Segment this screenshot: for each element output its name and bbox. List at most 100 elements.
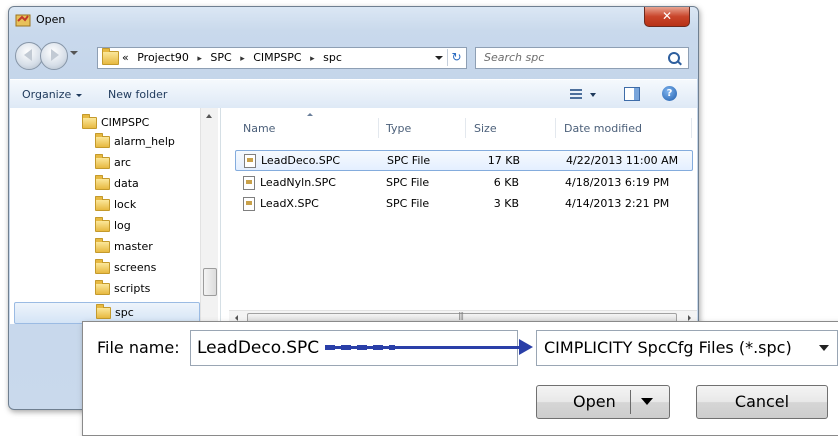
back-arrow-icon (24, 49, 32, 61)
breadcrumb-overflow[interactable]: « (122, 51, 129, 64)
forward-arrow-icon (51, 49, 59, 61)
cancel-button[interactable]: Cancel (696, 385, 828, 419)
address-bar[interactable]: « Project90 ▸ SPC ▸ CIMPSPC ▸ spc ↻ (97, 47, 467, 69)
file-type: SPC File (386, 176, 430, 189)
sort-ascending-icon (307, 113, 313, 116)
chevron-down-icon (76, 93, 83, 97)
close-icon: ✕ (661, 9, 673, 23)
forward-button[interactable] (40, 42, 68, 70)
tree-item-label: screens (114, 261, 157, 274)
folder-icon (95, 280, 110, 295)
column-header-type[interactable]: Type (386, 122, 411, 135)
breadcrumb-separator-icon[interactable]: ▸ (310, 54, 315, 64)
spc-file-icon (244, 154, 256, 168)
file-row[interactable]: LeadDeco.SPC SPC File 17 KB 4/22/2013 11… (235, 150, 693, 171)
tree-item-label: master (114, 240, 153, 253)
column-divider[interactable] (378, 118, 379, 138)
open-button-label: Open (573, 392, 616, 411)
file-type: SPC File (386, 197, 430, 210)
column-header-size[interactable]: Size (474, 122, 497, 135)
views-icon[interactable] (570, 89, 582, 99)
folder-icon (95, 154, 110, 169)
folder-icon (96, 304, 111, 319)
folder-icon (95, 259, 110, 274)
breadcrumb-spc[interactable]: spc (323, 51, 342, 64)
file-name: LeadNyln.SPC (260, 176, 336, 189)
folder-icon (95, 175, 110, 190)
file-date: 4/14/2013 2:21 PM (565, 197, 670, 210)
column-divider[interactable] (555, 118, 556, 138)
refresh-button[interactable]: ↻ (447, 49, 465, 66)
file-date: 4/18/2013 6:19 PM (565, 176, 670, 189)
search-input[interactable]: Search spc (475, 47, 689, 69)
column-header-date-modified[interactable]: Date modified (564, 122, 642, 135)
chevron-down-icon (819, 345, 829, 351)
folder-icon (95, 196, 110, 211)
folder-icon (95, 238, 110, 253)
file-type: SPC File (387, 154, 431, 167)
file-name: LeadX.SPC (260, 197, 319, 210)
recent-locations-dropdown[interactable] (70, 51, 78, 55)
file-name: LeadDeco.SPC (261, 154, 341, 167)
file-size: 17 KB (487, 154, 520, 167)
zoomed-footer-callout: File name: LeadDeco.SPC CIMPLICITY SpcCf… (82, 321, 838, 436)
open-options-dropdown-icon[interactable] (641, 398, 653, 405)
spc-file-icon (243, 176, 255, 190)
file-date: 4/22/2013 11:00 AM (566, 154, 679, 167)
refresh-icon: ↻ (451, 50, 462, 64)
column-divider[interactable] (691, 118, 692, 138)
file-type-value: CIMPLICITY SpcCfg Files (*.spc) (544, 338, 792, 357)
tree-item-label: scripts (114, 282, 151, 295)
arrow-right-icon (519, 339, 533, 355)
new-folder-button[interactable]: New folder (108, 88, 167, 101)
views-dropdown-icon[interactable] (590, 93, 596, 97)
file-row[interactable]: LeadX.SPC SPC File 3 KB 4/14/2013 2:21 P… (235, 194, 691, 213)
file-list: Name Type Size Date modified LeadDeco.SP… (221, 108, 697, 325)
back-button[interactable] (15, 42, 43, 70)
grip-icon: ||| (458, 311, 464, 320)
organize-button[interactable]: Organize (22, 88, 83, 101)
title-bar: Open ✕ (9, 7, 698, 33)
window-title: Open (36, 13, 66, 26)
column-header-name[interactable]: Name (243, 122, 275, 135)
help-icon[interactable]: ? (662, 86, 677, 101)
breadcrumb-project90[interactable]: Project90 (137, 51, 189, 64)
file-type-select[interactable]: CIMPLICITY SpcCfg Files (*.spc) (536, 330, 838, 366)
breadcrumb-separator-icon[interactable]: ▸ (240, 54, 245, 64)
address-dropdown-icon[interactable] (435, 56, 443, 60)
tree-item-label: CIMPSPC (101, 116, 150, 129)
split-divider (630, 390, 631, 414)
navigation-scrollbar[interactable] (200, 108, 218, 324)
close-button[interactable]: ✕ (644, 7, 690, 27)
open-button[interactable]: Open (536, 385, 670, 419)
preview-pane-icon[interactable] (624, 87, 640, 101)
file-size: 6 KB (493, 176, 519, 189)
folder-icon (82, 114, 97, 129)
file-row[interactable]: LeadNyln.SPC SPC File 6 KB 4/18/2013 6:1… (235, 173, 691, 192)
column-divider[interactable] (465, 118, 466, 138)
callout-arrow-line (331, 346, 521, 349)
folder-icon (95, 133, 110, 148)
folder-icon (102, 48, 119, 65)
breadcrumb-cimpspc[interactable]: CIMPSPC (253, 51, 301, 64)
scroll-up-icon[interactable] (206, 114, 212, 118)
tree-item-label: data (114, 177, 139, 190)
search-icon (668, 52, 680, 64)
navigation-pane: CIMPSPC alarm_help arc data lock log mas… (10, 108, 221, 324)
toolbar: Organize New folder ? (10, 79, 697, 109)
tree-item-label: spc (115, 306, 134, 319)
tree-item-label: alarm_help (114, 135, 175, 148)
file-name-label: File name: (97, 338, 180, 357)
spc-file-icon (243, 197, 255, 211)
breadcrumb-spc-root[interactable]: SPC (210, 51, 231, 64)
file-name-value: LeadDeco.SPC (197, 338, 320, 358)
tree-item-label: lock (114, 198, 137, 211)
scrollbar-thumb[interactable] (203, 268, 217, 296)
app-icon (15, 12, 31, 28)
file-size: 3 KB (493, 197, 519, 210)
breadcrumb: « Project90 ▸ SPC ▸ CIMPSPC ▸ spc (122, 51, 347, 64)
breadcrumb-separator-icon[interactable]: ▸ (197, 54, 202, 64)
folder-icon (95, 217, 110, 232)
cancel-button-label: Cancel (734, 392, 790, 411)
search-placeholder: Search spc (484, 51, 545, 64)
